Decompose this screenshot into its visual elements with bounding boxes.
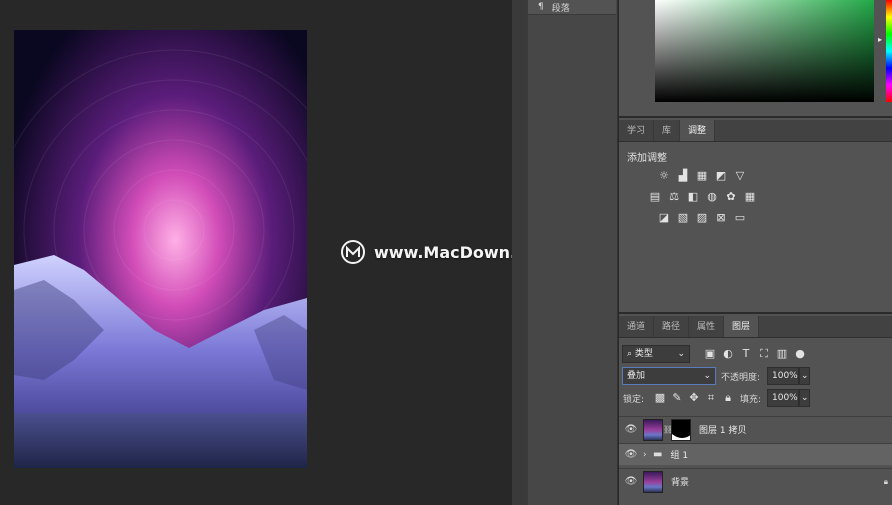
filter-pixel-icon[interactable]: ▣ — [703, 347, 717, 361]
blend-mode-select[interactable]: 叠加 ⌄ — [622, 367, 716, 385]
threshold-icon[interactable]: ▨ — [695, 211, 709, 225]
color-picker-field[interactable] — [655, 0, 874, 102]
tab-paths[interactable]: 路径 — [654, 316, 690, 337]
folder-icon: ▬ — [653, 449, 663, 460]
lock-icon: 🔒︎ — [883, 476, 888, 486]
paragraph-icon: ¶ — [538, 2, 544, 12]
layer-row-group[interactable]: 👁︎ › ▬ 组 1 — [619, 443, 892, 465]
filter-smart-object-icon[interactable]: ▥ — [775, 347, 789, 361]
layers-panel: 通道 路径 属性 图层 ⌕ 类型 ⌄ ▣ ◐ T ⛶ ▥ ● 叠加 ⌄ 不透明度… — [619, 316, 892, 505]
chevron-down-icon: ⌄ — [703, 371, 711, 381]
paragraph-panel-label: 段落 — [551, 3, 570, 14]
tab-channels[interactable]: 通道 — [619, 316, 655, 337]
mask-link-icon[interactable]: ⛓ — [663, 425, 673, 434]
tab-learn[interactable]: 学习 — [619, 120, 655, 141]
add-adjustment-title: 添加调整 — [627, 153, 667, 164]
layer-mask-thumbnail[interactable] — [671, 418, 691, 441]
black-white-icon[interactable]: ◧ — [686, 190, 700, 204]
tab-library[interactable]: 库 — [654, 120, 681, 141]
layer-row[interactable]: 👁︎ ⛓ 图层 1 拷贝 — [619, 416, 892, 442]
layer-filter-label: 类型 — [634, 349, 653, 359]
opacity-dropdown-icon[interactable]: ⌄ — [799, 367, 810, 385]
fill-dropdown-icon[interactable]: ⌄ — [799, 389, 810, 407]
lock-all-icon[interactable]: 🔒︎ — [721, 391, 735, 405]
hue-saturation-icon[interactable]: ▤ — [648, 190, 662, 204]
curves-icon[interactable]: ▦ — [695, 169, 709, 183]
lock-image-icon[interactable]: ✎ — [670, 391, 684, 405]
lock-transparent-icon[interactable]: ▩ — [653, 391, 667, 405]
gradient-map-icon[interactable]: ▭ — [733, 211, 747, 225]
filter-toggle-icon[interactable]: ● — [793, 347, 807, 361]
layers-tabs: 通道 路径 属性 图层 — [619, 316, 892, 338]
visibility-eye-icon[interactable]: 👁︎ — [619, 424, 643, 435]
visibility-eye-icon[interactable]: 👁︎ — [619, 449, 643, 460]
tab-adjustments[interactable]: 调整 — [680, 120, 716, 141]
fill-label: 填充: — [740, 395, 762, 405]
search-icon: ⌕ — [627, 349, 633, 359]
opacity-input[interactable]: 100% — [767, 367, 799, 385]
macdown-logo-icon — [341, 240, 365, 264]
exposure-icon[interactable]: ◩ — [714, 169, 728, 183]
color-balance-icon[interactable]: ⚖ — [667, 190, 681, 204]
invert-icon[interactable]: ◪ — [657, 211, 671, 225]
filter-shape-icon[interactable]: ⛶ — [757, 347, 771, 361]
vibrance-icon[interactable]: ▽ — [733, 169, 747, 183]
levels-icon[interactable]: ▟ — [676, 169, 690, 183]
artwork-image — [14, 30, 307, 468]
layer-thumbnail — [643, 418, 663, 441]
blend-mode-value: 叠加 — [627, 371, 646, 381]
lock-label: 锁定: — [623, 395, 645, 405]
photo-filter-icon[interactable]: ◍ — [705, 190, 719, 204]
brightness-icon[interactable]: ☼ — [657, 169, 671, 183]
mask-shape — [672, 419, 690, 438]
filter-adjustment-icon[interactable]: ◐ — [721, 347, 735, 361]
tab-properties[interactable]: 属性 — [689, 316, 725, 337]
adjustments-panel: 学习 库 调整 添加调整 ☼ ▟ ▦ ◩ ▽ ▤ ⚖ ◧ ◍ ✿ ▦ ◪ ▧ ▨… — [619, 120, 892, 314]
opacity-label: 不透明度: — [721, 373, 761, 383]
document-canvas[interactable] — [14, 30, 307, 468]
tab-layers[interactable]: 图层 — [724, 316, 760, 337]
hue-slider[interactable] — [886, 0, 892, 102]
color-lookup-icon[interactable]: ▦ — [743, 190, 757, 204]
panel-separator — [512, 0, 527, 505]
chevron-down-icon: ⌄ — [677, 349, 685, 359]
adjustments-tabs: 学习 库 调整 — [619, 120, 892, 142]
collapsed-panel-dock — [527, 0, 618, 505]
layer-name: 组 1 — [670, 451, 689, 461]
paragraph-panel-button[interactable]: ¶ 段落 — [528, 0, 616, 15]
visibility-eye-icon[interactable]: 👁︎ — [619, 476, 643, 487]
layer-filter-select[interactable]: ⌕ 类型 ⌄ — [622, 345, 690, 363]
layer-name: 背景 — [671, 478, 690, 488]
layer-thumbnail — [643, 470, 663, 493]
lock-artboard-icon[interactable]: ⌗ — [704, 391, 718, 405]
layer-name: 图层 1 拷贝 — [699, 426, 747, 436]
hue-arrow-icon: ▸ — [878, 35, 883, 44]
chevron-right-icon[interactable]: › — [643, 450, 653, 460]
channel-mixer-icon[interactable]: ✿ — [724, 190, 738, 204]
layer-row[interactable]: 👁︎ 背景 🔒︎ — [619, 468, 892, 494]
selective-color-icon[interactable]: ⊠ — [714, 211, 728, 225]
filter-type-icon[interactable]: T — [739, 347, 753, 361]
lock-position-icon[interactable]: ✥ — [687, 391, 701, 405]
fill-input[interactable]: 100% — [767, 389, 799, 407]
posterize-icon[interactable]: ▧ — [676, 211, 690, 225]
